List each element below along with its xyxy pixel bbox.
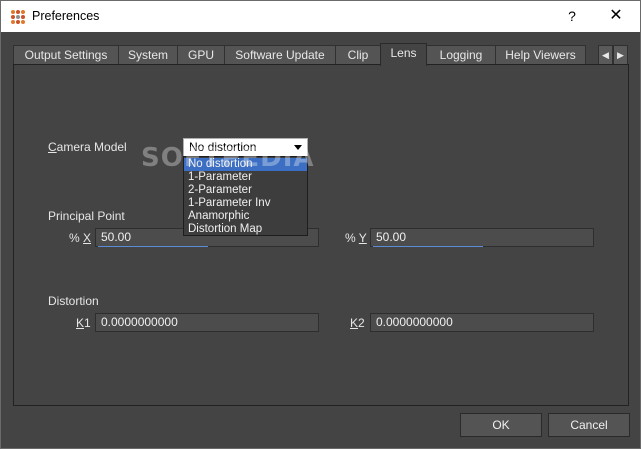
window-title: Preferences: [32, 9, 100, 23]
tab-software-update[interactable]: Software Update: [224, 45, 336, 65]
distortion-label: Distortion: [48, 294, 99, 308]
tab-lens[interactable]: Lens: [380, 43, 427, 66]
ok-button[interactable]: OK: [460, 413, 542, 437]
k2-input[interactable]: 0.0000000000: [370, 313, 594, 332]
tab-logging[interactable]: Logging: [426, 45, 496, 65]
tab-help-viewers[interactable]: Help Viewers: [495, 45, 586, 65]
principal-point-x-label: % X: [69, 231, 92, 245]
dropdown-option-1-parameter-inv[interactable]: 1-Parameter Inv: [184, 197, 307, 210]
close-button[interactable]: ✕: [599, 5, 633, 27]
camera-model-dropdown-list: No distortion 1-Parameter 2-Parameter 1-…: [183, 156, 308, 236]
principal-point-label: Principal Point: [48, 209, 125, 223]
preferences-window: Preferences ? ✕ Output Settings System G…: [0, 0, 641, 449]
k1-input[interactable]: 0.0000000000: [95, 313, 319, 332]
help-button[interactable]: ?: [557, 5, 587, 27]
k1-label: K1: [76, 316, 91, 330]
app-logo-icon: [11, 10, 25, 24]
tab-clip[interactable]: Clip: [335, 45, 381, 65]
dropdown-option-anamorphic[interactable]: Anamorphic: [184, 210, 307, 223]
tab-bar: Output Settings System GPU Software Upda…: [13, 43, 628, 66]
tab-system[interactable]: System: [118, 45, 178, 65]
title-bar: Preferences ? ✕: [1, 1, 640, 32]
dropdown-option-no-distortion[interactable]: No distortion: [184, 158, 307, 171]
k2-label: K2: [350, 316, 365, 330]
tab-scroll-right-icon[interactable]: ▶: [613, 45, 628, 65]
principal-point-y-label: % Y: [345, 231, 367, 245]
cancel-button[interactable]: Cancel: [548, 413, 630, 437]
chevron-down-icon: [294, 145, 302, 150]
principal-point-y-input[interactable]: 50.00: [370, 228, 594, 247]
camera-model-selected-value: No distortion: [189, 140, 257, 154]
dropdown-option-2-parameter[interactable]: 2-Parameter: [184, 184, 307, 197]
dropdown-option-distortion-map[interactable]: Distortion Map: [184, 223, 307, 236]
tab-scroll-left-icon[interactable]: ◀: [598, 45, 613, 65]
tab-gpu[interactable]: GPU: [177, 45, 225, 65]
camera-model-label: Camera Model: [48, 140, 127, 154]
dropdown-option-1-parameter[interactable]: 1-Parameter: [184, 171, 307, 184]
tab-output-settings[interactable]: Output Settings: [13, 45, 119, 65]
camera-model-select[interactable]: No distortion: [183, 138, 308, 157]
